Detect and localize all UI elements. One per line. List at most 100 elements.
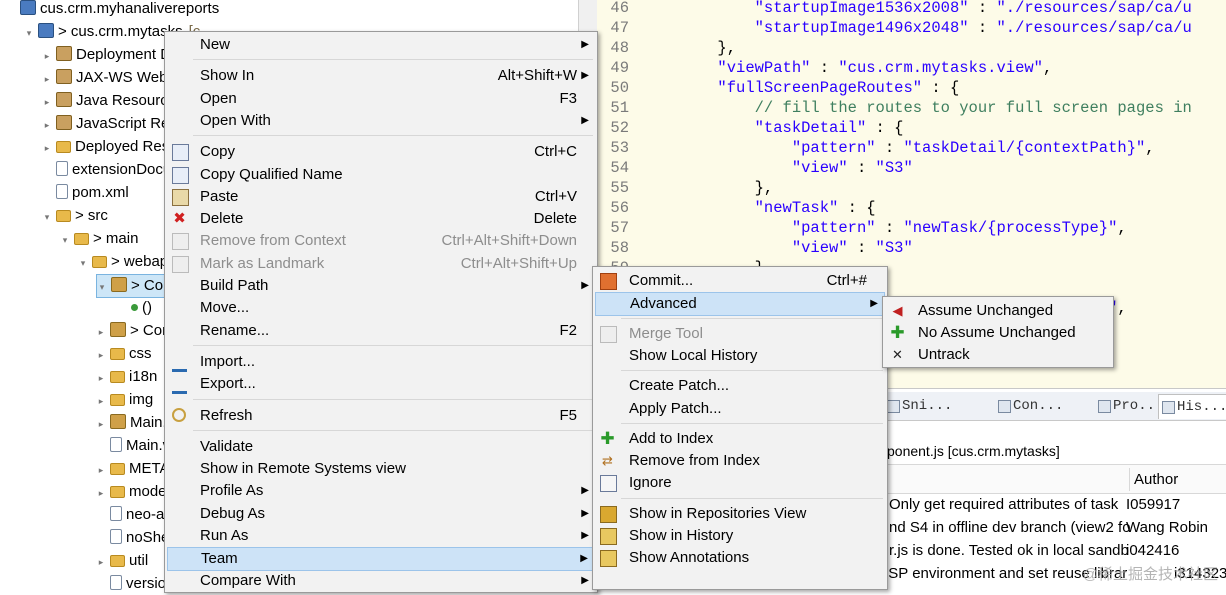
submenu-arrow-icon: ▶ [581,70,589,82]
menu-item-shortcut: F3 [559,89,577,107]
create-patch-menu-item[interactable]: Create Patch... [595,375,885,397]
tree-item[interactable]: ▸ img [96,389,153,411]
line-number: 57 [610,219,629,237]
library-icon [56,115,72,130]
team-menu-item[interactable]: Team ▶ [167,547,595,572]
export-menu-item[interactable]: Export... [167,373,595,395]
copy-qualified-name-menu-item[interactable]: Copy Qualified Name [167,164,595,186]
twisty-icon[interactable]: ▸ [96,482,106,504]
show-in-history-menu-item[interactable]: Show in History [595,525,885,547]
twisty-icon[interactable]: ▸ [96,344,106,366]
tree-item-label: css [129,345,152,362]
panel-tab[interactable]: Sni... [884,394,990,418]
tree-item-label: > src [75,207,108,224]
tree-item[interactable]: ▾ > src [42,205,108,227]
show-in-menu-item[interactable]: Show In Alt+Shift+W ▶ [167,65,595,87]
twisty-icon[interactable]: ▸ [42,114,52,136]
code-token: }, [643,179,774,197]
remove-from-context-menu-item: Remove from Context Ctrl+Alt+Shift+Down [167,230,595,252]
twisty-icon[interactable]: ▾ [42,206,52,228]
apply-patch-menu-item[interactable]: Apply Patch... [595,398,885,420]
copy-menu-item[interactable]: Copy Ctrl+C [167,141,595,163]
debug-as-menu-item[interactable]: Debug As ▶ [167,503,595,525]
open-menu-item[interactable]: Open F3 [167,88,595,110]
menu-item-label: Compare With [200,571,296,589]
xml-file-icon [56,184,68,199]
commit-menu-item[interactable]: Commit... Ctrl+# [595,270,885,292]
refresh-icon [172,407,186,422]
tree-item[interactable]: () [114,297,152,319]
show-local-history-menu-item[interactable]: Show Local History [595,345,885,367]
import-menu-item[interactable]: Import... [167,351,595,373]
advanced-menu-item[interactable]: Advanced ▶ [595,292,885,317]
menu-separator [193,135,593,137]
twisty-icon[interactable]: ▸ [42,68,52,90]
twisty-icon[interactable]: ▾ [24,22,34,44]
tree-item[interactable]: cus.crm.myhanalivereports [6,0,219,20]
show-in-repositories-view-menu-item[interactable]: Show in Repositories View [595,503,885,525]
new-menu-item[interactable]: New ▶ [167,34,595,56]
tree-item[interactable]: ▸ i18n [96,366,158,389]
menu-item-label: Rename... [200,321,270,339]
merge-tool-icon [600,325,617,343]
twisty-icon[interactable]: ▸ [42,137,52,159]
refresh-menu-item[interactable]: Refresh F5 [167,405,595,427]
twisty-icon[interactable]: ▸ [96,321,106,343]
code-token: "S3" [875,159,913,177]
panel-tab[interactable]: His... [1158,394,1226,419]
remove-from-index-menu-item[interactable]: ⇄ Remove from Index [595,450,885,472]
twisty-icon[interactable]: ▾ [78,252,88,274]
show-in-remote-systems-view-menu-item[interactable]: Show in Remote Systems view [167,458,595,480]
menu-item-label: Move... [200,299,250,317]
twisty-icon[interactable]: ▸ [96,551,106,573]
menu-item-shortcut: Delete [533,210,577,228]
menu-item-label: Assume Unchanged [918,302,1054,319]
code-token: : [847,159,876,177]
code-line: 58 "view" : "S3" [597,238,912,258]
menu-item-label: Open With [200,111,271,129]
panel-tab[interactable]: Con... [995,394,1101,418]
ignore-menu-item[interactable]: Ignore [595,472,885,494]
show-annotations-menu-item[interactable]: Show Annotations [595,547,885,569]
add-to-index-menu-item[interactable]: ✚ Add to Index [595,428,885,450]
menu-item-label: Apply Patch... [629,399,722,417]
twisty-icon[interactable]: ▾ [60,229,70,251]
twisty-icon[interactable]: ▸ [96,459,106,481]
code-token: : [875,139,904,157]
context-menu: New ▶ Show In Alt+Shift+W ▶ Open F3 Open With ▶ C… [164,31,598,593]
menu-item-label: New [200,36,231,53]
tree-item[interactable]: ▸ util [96,550,148,572]
twisty-icon[interactable]: ▸ [96,390,106,412]
tree-item[interactable]: ▾ > main [60,228,139,251]
twisty-icon[interactable]: ▸ [42,91,52,113]
move-menu-item[interactable]: Move... [167,297,595,319]
twisty-icon[interactable]: ▸ [42,45,52,67]
open-with-menu-item[interactable]: Open With ▶ [167,110,595,132]
delete-menu-item[interactable]: ✖ Delete Delete [167,208,595,230]
build-path-menu-item[interactable]: Build Path ▶ [167,275,595,297]
copy-icon [172,166,189,184]
folder-icon [110,371,125,383]
line-number: 50 [610,79,629,97]
run-as-menu-item[interactable]: Run As ▶ [167,525,595,547]
code-token: : [875,219,904,237]
tree-item[interactable]: pom.xml [42,182,129,204]
twisty-icon[interactable]: ▸ [96,367,106,389]
tree-item[interactable]: ▾ > webapp [78,251,177,274]
untrack-menu-item[interactable]: ✕ Untrack [885,344,1111,366]
tree-item[interactable]: ▸ model [96,481,170,503]
assume-unchanged-menu-item[interactable]: ◀ Assume Unchanged [885,300,1111,322]
twisty-icon[interactable]: ▸ [96,413,106,435]
tree-item-label: () [142,299,152,316]
tree-item[interactable]: ▸ css [96,343,152,365]
tree-item[interactable]: ▸ Java Resources [42,90,184,112]
code-line: 55 }, [597,178,773,198]
rename-menu-item[interactable]: Rename... F2 [167,320,595,342]
no-assume-unchanged-menu-item[interactable]: ✚ No Assume Unchanged [885,322,1111,344]
validate-menu-item[interactable]: Validate [167,436,595,458]
paste-menu-item[interactable]: Paste Ctrl+V [167,186,595,208]
compare-with-menu-item[interactable]: Compare With ▶ [167,570,595,592]
profile-as-menu-item[interactable]: Profile As ▶ [167,480,595,502]
twisty-icon[interactable]: ▾ [97,276,107,298]
